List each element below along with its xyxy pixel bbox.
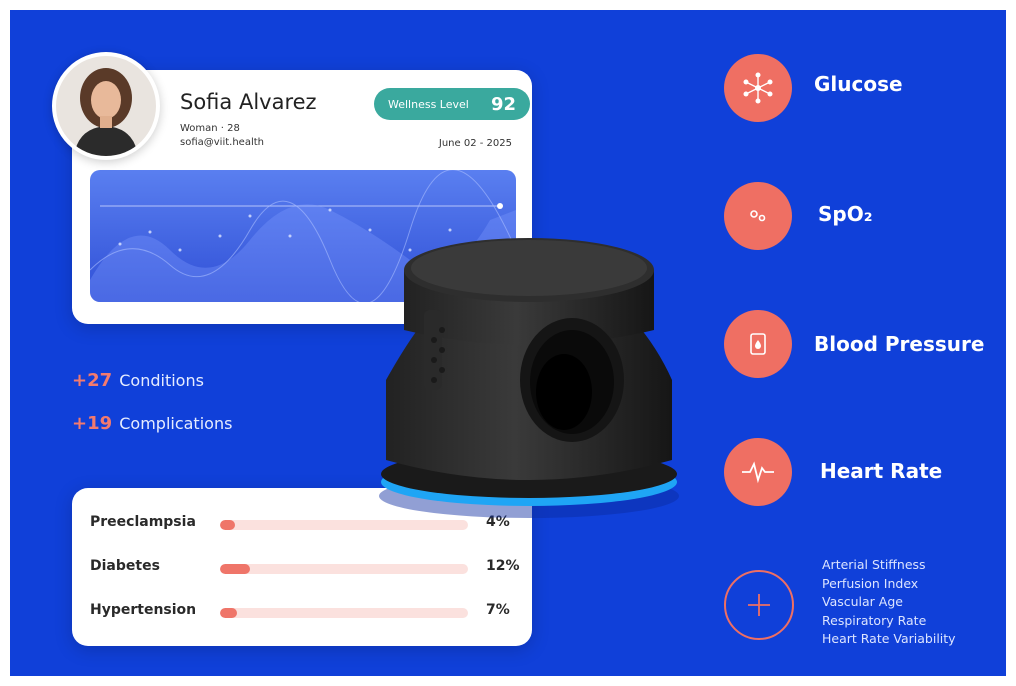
profile-details: Woman · 28 sofia@viit.health [180,122,264,150]
profile-date: June 02 - 2025 [438,138,512,149]
heartbeat-icon [742,461,774,484]
more-metrics-circle [724,570,794,640]
extra-metric-item: Vascular Age [822,594,903,609]
metric-spo2-circle [724,182,792,250]
wellness-value: 92 [490,93,516,115]
wellness-label: Wellness Level [388,97,469,111]
risk-row-diabetes: Diabetes 12% [90,558,520,578]
metric-spo2-label: SpO₂ [818,202,873,226]
additional-metrics-list: Arterial Stiffness Perfusion Index Vascu… [822,556,956,649]
profile-gender-age: Woman · 28 [180,123,240,134]
metric-glucose-label: Glucose [814,72,903,96]
stat-complications-label: Complications [119,414,233,433]
device-icon [379,238,679,518]
molecule-icon [743,72,773,104]
risk-bar-fill [220,520,235,530]
profile-email: sofia@viit.health [180,137,264,148]
risk-label: Hypertension [90,602,197,618]
stat-conditions-number: +27 [72,370,113,391]
risk-bar-fill [220,608,238,618]
risk-label: Diabetes [90,558,160,574]
risk-percent: 12% [486,558,520,574]
risk-percent: 7% [486,602,510,618]
extra-metric-item: Heart Rate Variability [822,631,956,646]
metric-blood-pressure-label: Blood Pressure [814,332,985,356]
conditions-stats: +27 Conditions +19 Complications [72,370,232,456]
risk-bar-fill [220,564,250,574]
risk-bar [220,608,468,618]
stat-complications: +19 Complications [72,413,232,434]
metric-heart-rate-label: Heart Rate [820,459,943,483]
health-device-image [364,210,694,530]
oxygen-icon [750,210,766,222]
risk-bar [220,564,468,574]
avatar [52,52,160,160]
metric-blood-pressure-circle [724,310,792,378]
risk-label: Preeclampsia [90,514,196,530]
profile-name: Sofia Alvarez [180,90,317,114]
extra-metric-item: Respiratory Rate [822,612,927,628]
metric-glucose-circle [724,54,792,122]
blood-pressure-monitor-icon [750,333,766,355]
risk-row-hypertension: Hypertension 7% [90,602,520,622]
extra-metric-item: Arterial Stiffness [822,557,926,572]
wellness-badge: Wellness Level 92 [374,88,530,120]
person-photo-icon [56,56,156,156]
stat-complications-number: +19 [72,413,113,434]
stat-conditions-label: Conditions [119,371,204,390]
stat-conditions: +27 Conditions [72,370,232,391]
extra-metric-item: Perfusion Index [822,575,919,591]
metric-heart-rate-circle [724,438,792,506]
hero-banner: Sofia Alvarez Woman · 28 sofia@viit.heal… [10,10,1006,676]
plus-icon [748,594,770,616]
